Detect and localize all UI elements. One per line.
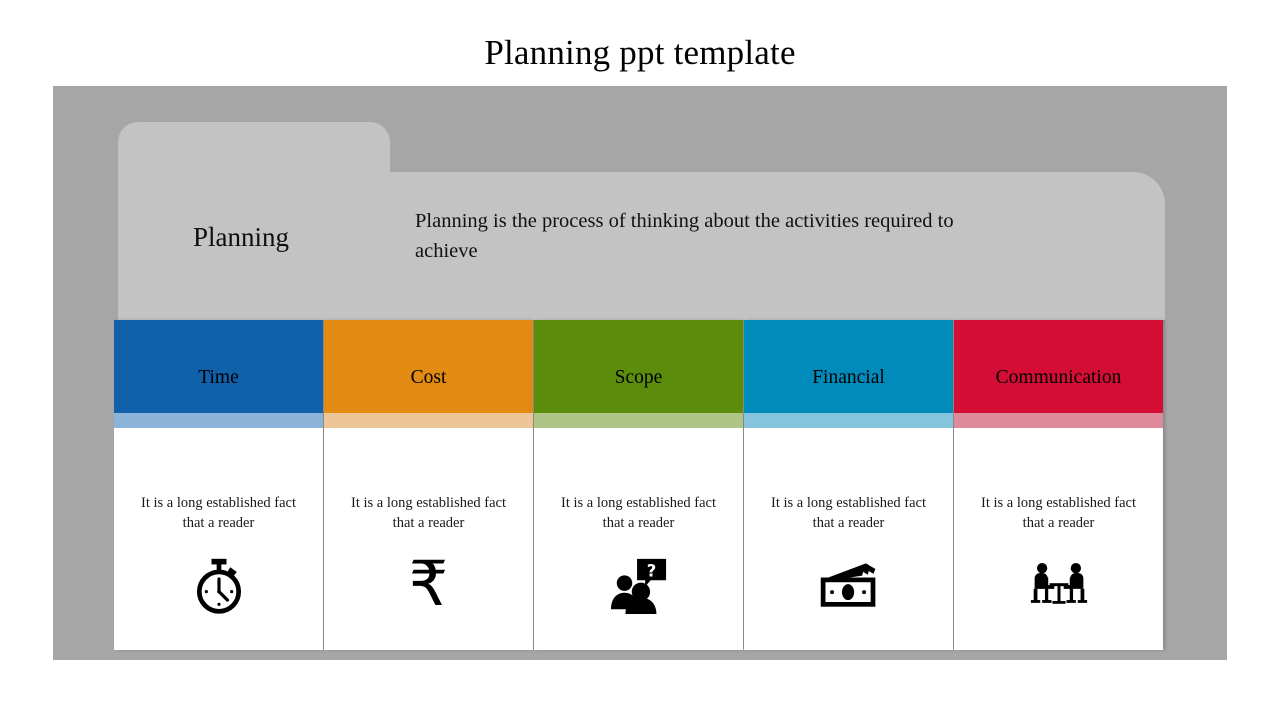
card-body-cost: It is a long established fact that a rea… bbox=[324, 428, 533, 650]
planning-description: Planning is the process of thinking abou… bbox=[415, 210, 954, 262]
card-tint-communication bbox=[954, 413, 1163, 428]
card-header-time[interactable]: Time bbox=[114, 320, 323, 413]
card-scope[interactable]: Scope It is a long established fact that… bbox=[534, 320, 743, 650]
card-time[interactable]: Time It is a long established fact that … bbox=[114, 320, 323, 650]
card-body-scope: It is a long established fact that a rea… bbox=[534, 428, 743, 650]
card-label-time: Time bbox=[198, 366, 239, 388]
svg-text:?: ? bbox=[646, 561, 656, 580]
card-text-financial: It is a long established fact that a rea… bbox=[770, 495, 927, 531]
banknotes-icon bbox=[817, 555, 881, 617]
rupee-icon: ₹ bbox=[397, 547, 461, 620]
card-financial[interactable]: Financial It is a long established fact … bbox=[744, 320, 953, 650]
card-text-communication: It is a long established fact that a rea… bbox=[980, 495, 1137, 531]
card-label-cost: Cost bbox=[410, 366, 447, 388]
card-text-time: It is a long established fact that a rea… bbox=[140, 495, 297, 531]
card-body-time: It is a long established fact that a rea… bbox=[114, 428, 323, 650]
meeting-table-icon bbox=[1027, 555, 1091, 617]
card-text-cost: It is a long established fact that a rea… bbox=[350, 495, 507, 531]
card-communication[interactable]: Communication It is a long established f… bbox=[954, 320, 1163, 650]
card-text-scope: It is a long established fact that a rea… bbox=[560, 495, 717, 531]
rupee-glyph: ₹ bbox=[408, 547, 449, 620]
page-title: Planning ppt template bbox=[484, 33, 796, 73]
card-tint-cost bbox=[324, 413, 533, 428]
card-header-financial[interactable]: Financial bbox=[744, 320, 953, 413]
people-question-icon: ? bbox=[607, 555, 671, 617]
card-header-communication[interactable]: Communication bbox=[954, 320, 1163, 413]
planning-heading: Planning bbox=[193, 222, 290, 252]
card-tint-financial bbox=[744, 413, 953, 428]
stopwatch-icon bbox=[187, 555, 251, 617]
card-label-communication: Communication bbox=[995, 366, 1122, 388]
card-body-communication: It is a long established fact that a rea… bbox=[954, 428, 1163, 650]
card-tint-time bbox=[114, 413, 323, 428]
header-panel: Planning Planning is the process of thin… bbox=[118, 172, 1165, 324]
card-label-scope: Scope bbox=[614, 366, 663, 388]
card-body-financial: It is a long established fact that a rea… bbox=[744, 428, 953, 650]
card-label-financial: Financial bbox=[812, 366, 885, 388]
cards-row: Time It is a long established fact that … bbox=[114, 320, 1165, 650]
card-tint-scope bbox=[534, 413, 743, 428]
card-cost[interactable]: Cost It is a long established fact that … bbox=[324, 320, 533, 650]
card-header-cost[interactable]: Cost bbox=[324, 320, 533, 413]
card-header-scope[interactable]: Scope bbox=[534, 320, 743, 413]
